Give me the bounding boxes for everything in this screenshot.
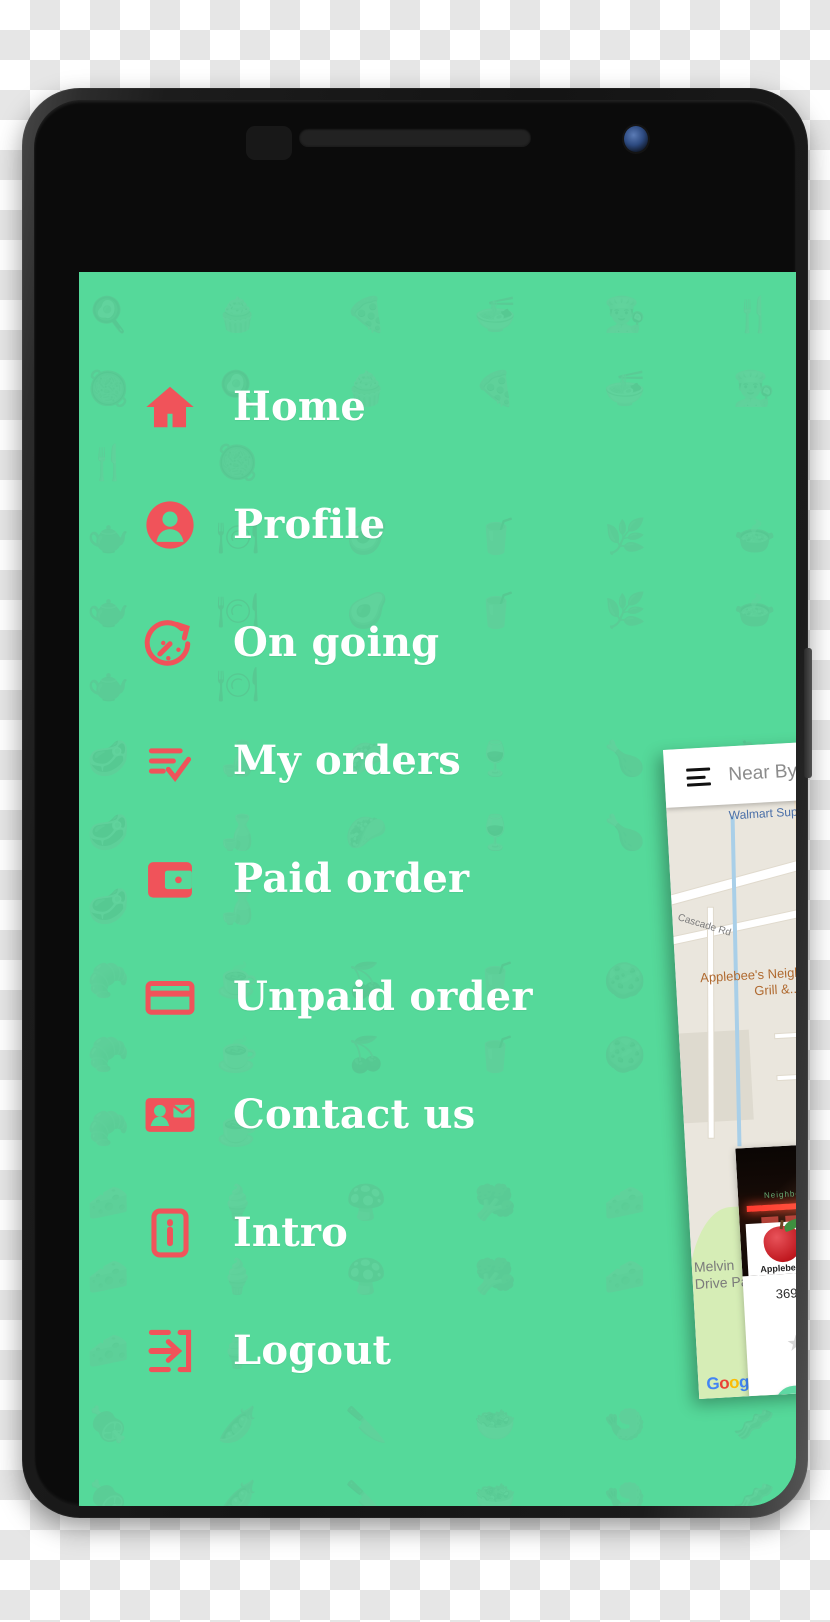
drawer-item-label: Logout xyxy=(233,1327,392,1375)
power-button[interactable] xyxy=(804,648,812,778)
phone-device-frame: 🍳 🧁 🍕 🍜 👨‍🍳 🍴 🥘 🍳 🧁 🍕 🍜 👨‍🍳 🍴 🥘 🫖 🍽 🥑 🥤 … xyxy=(22,88,812,1518)
drawer-item-label: On going xyxy=(233,619,440,667)
stopwatch-icon xyxy=(141,614,199,672)
drawer-item-label: Home xyxy=(233,383,367,431)
proximity-sensor xyxy=(246,126,292,160)
drawer-item-on-going[interactable]: On going xyxy=(79,612,796,674)
earpiece-speaker xyxy=(299,128,531,146)
logo-wordmark: Applebee's xyxy=(760,1261,796,1275)
preview-appbar-title: Near By Restaurants xyxy=(727,755,796,786)
applebees-logo: Applebee's xyxy=(745,1220,796,1277)
restaurant-signage-text: Neighborhood Grill + Bar xyxy=(763,1185,796,1201)
map-road xyxy=(707,907,714,1138)
contact-card-icon xyxy=(141,1086,199,1144)
info-icon xyxy=(141,1204,199,1262)
apple-icon xyxy=(762,1225,796,1264)
drawer-item-label: Unpaid order xyxy=(233,973,533,1021)
drawer-item-label: Contact us xyxy=(233,1091,476,1139)
home-icon xyxy=(141,378,199,436)
map-label-restaurant: Applebee's Neighborhood Grill &.. xyxy=(699,961,796,999)
wallet-icon xyxy=(141,850,199,908)
map-road xyxy=(777,1068,796,1081)
drawer-item-label: Profile xyxy=(233,501,386,549)
front-camera-icon xyxy=(624,126,648,152)
phone-bezel: 🍳 🧁 🍕 🍜 👨‍🍳 🍴 🥘 🍳 🧁 🍕 🍜 👨‍🍳 🍴 🥘 🫖 🍽 🥑 🥤 … xyxy=(34,100,796,1506)
drawer-item-logout[interactable]: Logout xyxy=(79,1320,796,1382)
logout-arrow-icon xyxy=(141,1322,199,1380)
restaurant-address: 3690 Cascade Road, Atlanta xyxy=(775,1277,796,1302)
map-road xyxy=(775,1025,796,1039)
credit-card-icon xyxy=(141,968,199,1026)
restaurant-info: 3690 Cascade Road, Atlanta 404-691-6480,… xyxy=(743,1264,796,1399)
drawer-item-label: Paid order xyxy=(233,855,470,903)
drawer-item-label: My orders xyxy=(233,737,462,785)
map-label: Walmart Supercenter xyxy=(728,802,796,823)
map-landuse xyxy=(678,1029,754,1124)
checklist-icon xyxy=(141,732,199,790)
phone-screen: 🍳 🧁 🍕 🍜 👨‍🍳 🍴 🥘 🍳 🧁 🍕 🍜 👨‍🍳 🍴 🥘 🫖 🍽 🥑 🥤 … xyxy=(79,272,796,1506)
user-circle-icon xyxy=(141,496,199,554)
rating-stars: ★ ★ ★ ★ ★ xyxy=(785,1323,796,1357)
drawer-item-home[interactable]: Home xyxy=(79,376,796,438)
restaurant-photo: Neighborhood Grill + Bar Applebee's Appl… xyxy=(735,1135,796,1277)
drawer-item-profile[interactable]: Profile xyxy=(79,494,796,556)
drawer-item-label: Intro xyxy=(233,1209,349,1257)
hamburger-icon[interactable] xyxy=(686,767,712,787)
